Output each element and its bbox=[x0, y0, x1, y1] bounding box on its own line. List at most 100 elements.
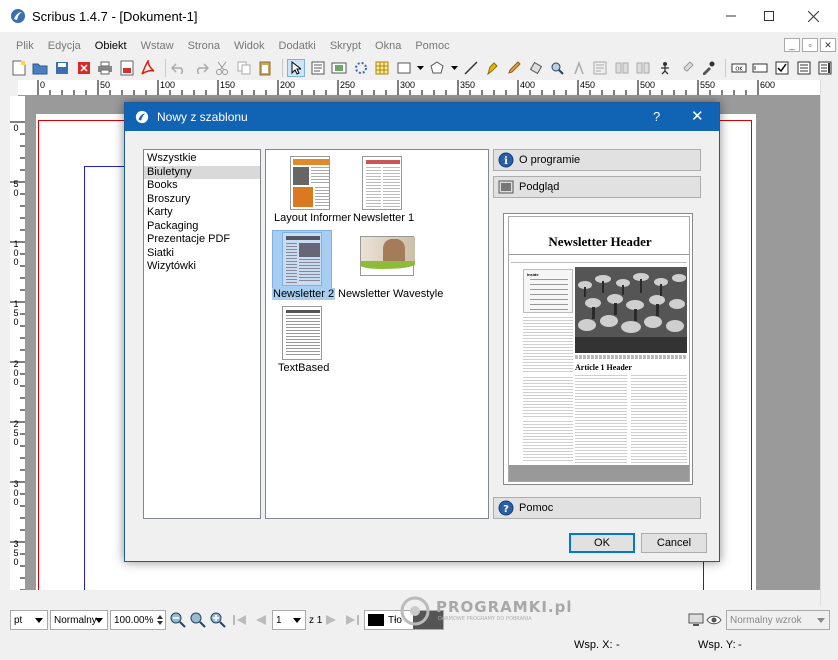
ruler-label: 3 0 0 bbox=[13, 479, 19, 507]
menu-plik[interactable]: Plik bbox=[16, 40, 34, 52]
unlink-frames-button[interactable] bbox=[635, 59, 653, 77]
preview-photo bbox=[575, 267, 687, 353]
category-item[interactable]: Books bbox=[144, 179, 260, 193]
category-item[interactable]: Wizytówki bbox=[144, 260, 260, 274]
menu-obiekt[interactable]: Obiekt bbox=[95, 40, 127, 52]
text-frame-button[interactable] bbox=[309, 59, 327, 77]
image-frame-button[interactable] bbox=[330, 59, 348, 77]
menu-skrypt[interactable]: Skrypt bbox=[330, 40, 361, 52]
dialog-close-button[interactable]: ✕ bbox=[691, 107, 704, 125]
svg-text:OK: OK bbox=[735, 67, 743, 73]
close-doc-button[interactable] bbox=[75, 59, 93, 77]
vision-mode-select[interactable]: Normalny wzrok bbox=[726, 610, 830, 630]
line-button[interactable] bbox=[462, 59, 480, 77]
mdi-close-button[interactable]: ✕ bbox=[820, 38, 836, 52]
pencil-icon bbox=[508, 61, 521, 74]
eyedropper-button[interactable] bbox=[699, 59, 717, 77]
new-document-button[interactable] bbox=[10, 59, 28, 77]
category-item-selected[interactable]: Biuletyny bbox=[144, 165, 260, 179]
polygon-dropdown[interactable] bbox=[450, 59, 458, 77]
view-mode-select[interactable]: Normalny bbox=[50, 610, 108, 630]
cut-button[interactable] bbox=[213, 59, 231, 77]
pdf-listbox-button[interactable] bbox=[816, 59, 834, 77]
measurements-button[interactable] bbox=[656, 59, 674, 77]
table-button[interactable] bbox=[374, 59, 392, 77]
maximize-icon bbox=[764, 11, 774, 21]
polygon-button[interactable] bbox=[429, 59, 447, 77]
dialog-help-button[interactable]: ? bbox=[653, 109, 660, 124]
shape-dropdown[interactable] bbox=[417, 59, 425, 77]
previous-page-button[interactable] bbox=[252, 612, 268, 628]
next-page-button[interactable] bbox=[324, 612, 340, 628]
link-frames-button[interactable] bbox=[613, 59, 631, 77]
zoom-in-button[interactable] bbox=[210, 612, 226, 628]
menu-edycja[interactable]: Edycja bbox=[48, 40, 81, 52]
story-editor-button[interactable] bbox=[591, 59, 609, 77]
open-button[interactable] bbox=[32, 59, 50, 77]
pdf-text-field-button[interactable] bbox=[752, 59, 770, 77]
menu-dodatki[interactable]: Dodatki bbox=[279, 40, 316, 52]
help-button[interactable]: ? Pomoc bbox=[493, 497, 701, 519]
category-item[interactable]: Packaging bbox=[144, 220, 260, 234]
shape-button[interactable] bbox=[395, 59, 413, 77]
preview-toggle-button[interactable] bbox=[688, 612, 704, 628]
template-grid[interactable]: Layout Informer Newsletter 1 Newsletter … bbox=[265, 149, 489, 519]
unit-select[interactable]: pt bbox=[10, 610, 48, 630]
cancel-button[interactable]: Cancel bbox=[641, 533, 707, 553]
visual-appearance-button[interactable] bbox=[706, 612, 722, 628]
category-item[interactable]: Broszury bbox=[144, 193, 260, 207]
category-list[interactable]: Wszystkie Biuletyny Books Broszury Karty… bbox=[143, 149, 261, 519]
bezier-button[interactable] bbox=[484, 59, 502, 77]
ruler-label: 1 0 0 bbox=[13, 239, 19, 267]
category-item[interactable]: Siatki bbox=[144, 247, 260, 261]
select-tool-button[interactable] bbox=[287, 59, 305, 77]
copy-button[interactable] bbox=[235, 59, 253, 77]
pdf-push-button[interactable]: OK bbox=[730, 59, 748, 77]
zoom-100-button[interactable] bbox=[190, 612, 206, 628]
paste-button[interactable] bbox=[257, 59, 275, 77]
bezier-pen-icon bbox=[487, 62, 499, 75]
export-pdf-button[interactable] bbox=[140, 59, 158, 77]
category-item[interactable]: Prezentacje PDF bbox=[144, 233, 260, 247]
menu-wstaw[interactable]: Wstaw bbox=[141, 40, 174, 52]
maximize-button[interactable] bbox=[746, 0, 792, 32]
mdi-minimize-button[interactable]: _ bbox=[784, 38, 800, 52]
mdi-restore-button[interactable]: ▫ bbox=[802, 38, 818, 52]
category-item[interactable]: Karty bbox=[144, 206, 260, 220]
zoom-out-button[interactable] bbox=[170, 612, 186, 628]
vertical-scrollbar[interactable] bbox=[820, 80, 838, 606]
redo-button[interactable] bbox=[192, 59, 210, 77]
scissors-icon bbox=[216, 61, 229, 75]
edit-text-button[interactable] bbox=[570, 59, 588, 77]
freehand-button[interactable] bbox=[505, 59, 523, 77]
pdf-combobox-button[interactable] bbox=[795, 59, 813, 77]
undo-button[interactable] bbox=[170, 59, 188, 77]
close-button[interactable] bbox=[790, 0, 836, 32]
ok-button[interactable]: OK bbox=[569, 533, 635, 553]
about-button[interactable]: i O programie bbox=[493, 149, 701, 171]
menu-strona[interactable]: Strona bbox=[188, 40, 220, 52]
help-button-label: Pomoc bbox=[519, 502, 554, 514]
rotate-button[interactable] bbox=[527, 59, 545, 77]
first-page-button[interactable] bbox=[232, 612, 248, 628]
menu-widok[interactable]: Widok bbox=[234, 40, 265, 52]
category-item[interactable]: Wszystkie bbox=[144, 152, 260, 166]
copy-properties-button[interactable] bbox=[678, 59, 696, 77]
page-number-select[interactable]: 1 bbox=[272, 610, 306, 630]
menu-pomoc[interactable]: Pomoc bbox=[415, 40, 449, 52]
save-button[interactable] bbox=[53, 59, 71, 77]
preflight-button[interactable] bbox=[118, 59, 136, 77]
svg-text:?: ? bbox=[503, 504, 509, 515]
svg-text:i: i bbox=[504, 156, 508, 167]
render-frame-icon bbox=[354, 62, 367, 74]
render-frame-button[interactable] bbox=[352, 59, 370, 77]
zoom-input[interactable]: 100.00% bbox=[110, 610, 166, 630]
menu-okna[interactable]: Okna bbox=[375, 40, 401, 52]
pdf-checkbox-button[interactable] bbox=[773, 59, 791, 77]
preview-button[interactable]: Podgląd bbox=[493, 176, 701, 198]
last-page-button[interactable] bbox=[344, 612, 360, 628]
print-button[interactable] bbox=[96, 59, 114, 77]
zoom-tool-button[interactable] bbox=[548, 59, 566, 77]
eyedropper-icon bbox=[703, 61, 715, 75]
watermark-subtext: DARMOWE PROGRAMY DO POBRANIA bbox=[438, 616, 532, 622]
